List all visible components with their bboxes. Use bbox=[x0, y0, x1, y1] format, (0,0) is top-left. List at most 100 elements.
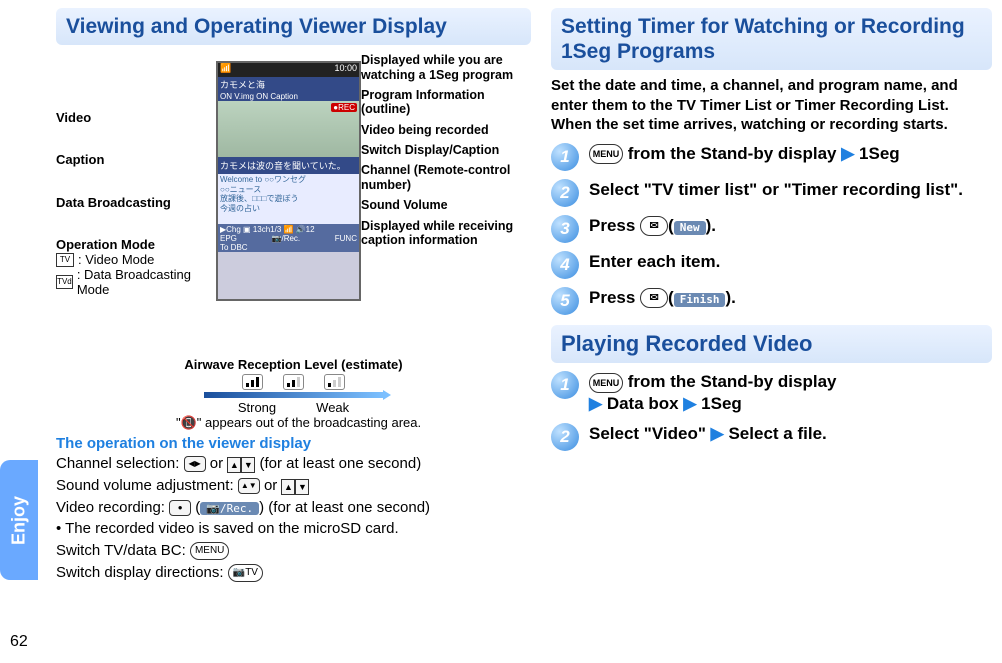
text-sound-volume: Sound volume adjustment: bbox=[56, 477, 238, 494]
heading-playing-video: Playing Recorded Video bbox=[551, 325, 992, 363]
callout-caption: Caption bbox=[56, 153, 216, 167]
softkey-rec-label: 📷/Rec. bbox=[200, 502, 259, 516]
arrow-right-icon: ▶ bbox=[711, 424, 724, 443]
phone-screen-mock: 📶 10:00 カモメと海 ON V.img ON Caption ●REC カ… bbox=[216, 61, 361, 301]
data-line-3: 放課後、□□□で遊ぼう bbox=[220, 194, 357, 204]
step1-text-prefix: from the Stand-by display bbox=[628, 144, 837, 163]
dpad-horizontal-icon: ◀▶ bbox=[184, 456, 206, 472]
text-video-recording: Video recording: bbox=[56, 499, 169, 516]
menu-key-icon: MENU bbox=[190, 542, 229, 560]
data-mode-icon: TVd bbox=[56, 275, 73, 289]
signal-strong-icon bbox=[242, 374, 263, 390]
or-2: or bbox=[264, 477, 282, 494]
data-line-2: ○○ニュース bbox=[220, 185, 357, 195]
dpad-vertical-icon: ▲▼ bbox=[238, 478, 260, 494]
play-step-2: 2 Select "Video" ▶ Select a file. bbox=[551, 423, 992, 451]
data-line-4: 今週の占い bbox=[220, 204, 357, 214]
line-switch-tv: Switch TV/data BC: MENU bbox=[56, 542, 531, 561]
bottom-icons-row: ▶Chg ▣ 13ch1/3 📶 🔊12 bbox=[220, 225, 357, 234]
timer-step-5: 5 Press ✉(Finish). bbox=[551, 287, 992, 315]
step4-text: Enter each item. bbox=[589, 251, 720, 273]
text-channel-selection-suffix: (for at least one second) bbox=[259, 455, 421, 472]
callout-video: Video bbox=[56, 111, 216, 125]
softkey-rec: 📷/Rec. bbox=[272, 234, 301, 243]
step2-text: Select "TV timer list" or "Timer recordi… bbox=[589, 179, 963, 201]
video-mode-icon: TV bbox=[56, 253, 74, 267]
video-mode-label: : Video Mode bbox=[78, 252, 154, 267]
data-broadcasting-area: Welcome to ○○ワンセグ ○○ニュース 放課後、□□□で遊ぼう 今週の… bbox=[218, 174, 359, 224]
up-down-keys-icon: ▲▼ bbox=[227, 457, 255, 473]
mail-key-icon: ✉ bbox=[640, 288, 668, 308]
line-channel-selection: Channel selection: ◀▶ or ▲▼ (for at leas… bbox=[56, 455, 531, 474]
callouts-left: Video Caption Data Broadcasting Operatio… bbox=[56, 51, 216, 351]
callout-sound-volume: Sound Volume bbox=[361, 198, 531, 212]
program-title: カモメと海 bbox=[218, 77, 359, 92]
step-number-5: 5 bbox=[551, 287, 579, 315]
status-clock: 10:00 bbox=[334, 63, 357, 77]
play2-prefix: Select "Video" bbox=[589, 424, 706, 443]
caption-text: カモメは波の音を聞いていた。 bbox=[218, 157, 359, 174]
softkey-new: New bbox=[674, 221, 706, 235]
play-step-number-2: 2 bbox=[551, 423, 579, 451]
line-video-recording: Video recording: ● (📷/Rec.) (for at leas… bbox=[56, 499, 531, 518]
signal-weak-icon bbox=[324, 374, 345, 390]
line-switch-directions: Switch display directions: 📷TV bbox=[56, 564, 531, 583]
heading-timer: Setting Timer for Watching or Recording … bbox=[551, 8, 992, 70]
center-key-icon: ● bbox=[169, 500, 191, 516]
arrow-right-icon: ▶ bbox=[841, 144, 854, 163]
signal-strength-row bbox=[56, 374, 531, 390]
callout-caption-info: Displayed while receiving caption inform… bbox=[361, 219, 531, 248]
mail-key-icon: ✉ bbox=[640, 216, 668, 236]
callout-program-info: Program Information (outline) bbox=[361, 88, 531, 117]
bottom-bar: ▶Chg ▣ 13ch1/3 📶 🔊12 EPG 📷/Rec. FUNC To … bbox=[218, 224, 359, 252]
rec-indicator: ●REC bbox=[331, 103, 357, 112]
cam-tv-key-icon: 📷TV bbox=[228, 564, 263, 582]
play2-suffix: Select a file. bbox=[728, 424, 826, 443]
play-step-1: 1 MENU from the Stand-by display ▶ Data … bbox=[551, 371, 992, 415]
softkey-func: FUNC bbox=[335, 234, 357, 243]
data-line-1: Welcome to ○○ワンセグ bbox=[220, 175, 357, 185]
callout-channel: Channel (Remote-control number) bbox=[361, 163, 531, 192]
page-number: 62 bbox=[10, 633, 28, 651]
play-step-number-1: 1 bbox=[551, 371, 579, 399]
timer-intro: Set the date and time, a channel, and pr… bbox=[551, 76, 992, 135]
callouts-right: Displayed while you are watching a 1Seg … bbox=[361, 51, 531, 351]
softkey-finish: Finish bbox=[674, 293, 726, 307]
label-strong: Strong bbox=[238, 400, 276, 415]
annotated-screen-diagram: Video Caption Data Broadcasting Operatio… bbox=[56, 51, 531, 351]
callout-1seg-indicator: Displayed while you are watching a 1Seg … bbox=[361, 53, 531, 82]
line-save-note: • The recorded video is saved on the mic… bbox=[56, 520, 531, 539]
section-tab: Enjoy bbox=[0, 460, 38, 580]
out-of-area-note: "📵" appears out of the broadcasting area… bbox=[56, 415, 531, 431]
step-number-3: 3 bbox=[551, 215, 579, 243]
step5-suffix: . bbox=[731, 288, 736, 307]
text-switch-tv: Switch TV/data BC: bbox=[56, 542, 190, 559]
play1-prefix: from the Stand-by display bbox=[628, 372, 837, 391]
play1-suffix: 1Seg bbox=[701, 394, 742, 413]
data-mode-label: : Data Broadcasting Mode bbox=[77, 267, 216, 297]
video-area: ●REC bbox=[218, 101, 359, 157]
right-column: Setting Timer for Watching or Recording … bbox=[541, 0, 1002, 663]
callout-operation-mode: Operation Mode bbox=[56, 238, 216, 252]
label-weak: Weak bbox=[316, 400, 349, 415]
up-down-keys-icon-2: ▲▼ bbox=[281, 479, 309, 495]
text-video-recording-suffix: (for at least one second) bbox=[268, 499, 430, 516]
softkey-epg: EPG bbox=[220, 234, 237, 243]
step3-prefix: Press bbox=[589, 216, 640, 235]
softkey-to-dbc: To DBC bbox=[220, 243, 248, 252]
step-number-2: 2 bbox=[551, 179, 579, 207]
display-caption-toggles: ON V.img ON Caption bbox=[220, 92, 298, 101]
play1-mid: Data box bbox=[607, 394, 679, 413]
strength-gradient bbox=[204, 392, 384, 398]
strong-weak-labels: Strong Weak bbox=[56, 400, 531, 415]
menu-key-icon: MENU bbox=[589, 373, 623, 393]
callout-video-recording: Video being recorded bbox=[361, 123, 531, 137]
timer-step-3: 3 Press ✉(New). bbox=[551, 215, 992, 243]
section-tab-label: Enjoy bbox=[9, 496, 30, 545]
callout-switch-display: Switch Display/Caption bbox=[361, 143, 531, 157]
signal-mid-icon bbox=[283, 374, 304, 390]
left-column: Viewing and Operating Viewer Display Vid… bbox=[0, 0, 541, 663]
step-number-4: 4 bbox=[551, 251, 579, 279]
timer-step-4: 4 Enter each item. bbox=[551, 251, 992, 279]
step3-suffix: . bbox=[711, 216, 716, 235]
